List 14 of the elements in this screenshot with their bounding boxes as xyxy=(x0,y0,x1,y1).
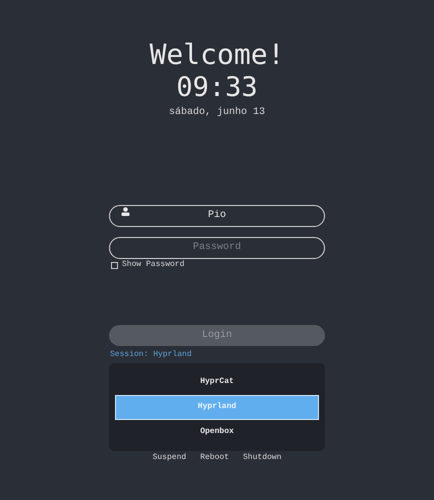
power-button[interactable]: Reboot xyxy=(200,453,229,463)
password-field[interactable]: Password xyxy=(109,236,325,258)
power-button[interactable]: Suspend xyxy=(152,453,186,463)
show-password-label[interactable]: Show Password xyxy=(122,260,184,270)
session-label: Session: Hyprland xyxy=(110,350,193,360)
show-password-checkbox[interactable] xyxy=(111,262,118,268)
user-icon xyxy=(121,207,130,216)
session-option[interactable]: HyprCat xyxy=(115,370,319,394)
welcome-heading: Welcome! xyxy=(150,38,284,72)
username-field[interactable]: Pio xyxy=(109,204,325,226)
session-option[interactable]: Openbox xyxy=(115,420,319,444)
power-button[interactable]: Shutdown xyxy=(243,453,282,463)
date-text: sábado, junho 13 xyxy=(168,107,265,119)
clock-time: 09:33 xyxy=(176,72,258,104)
